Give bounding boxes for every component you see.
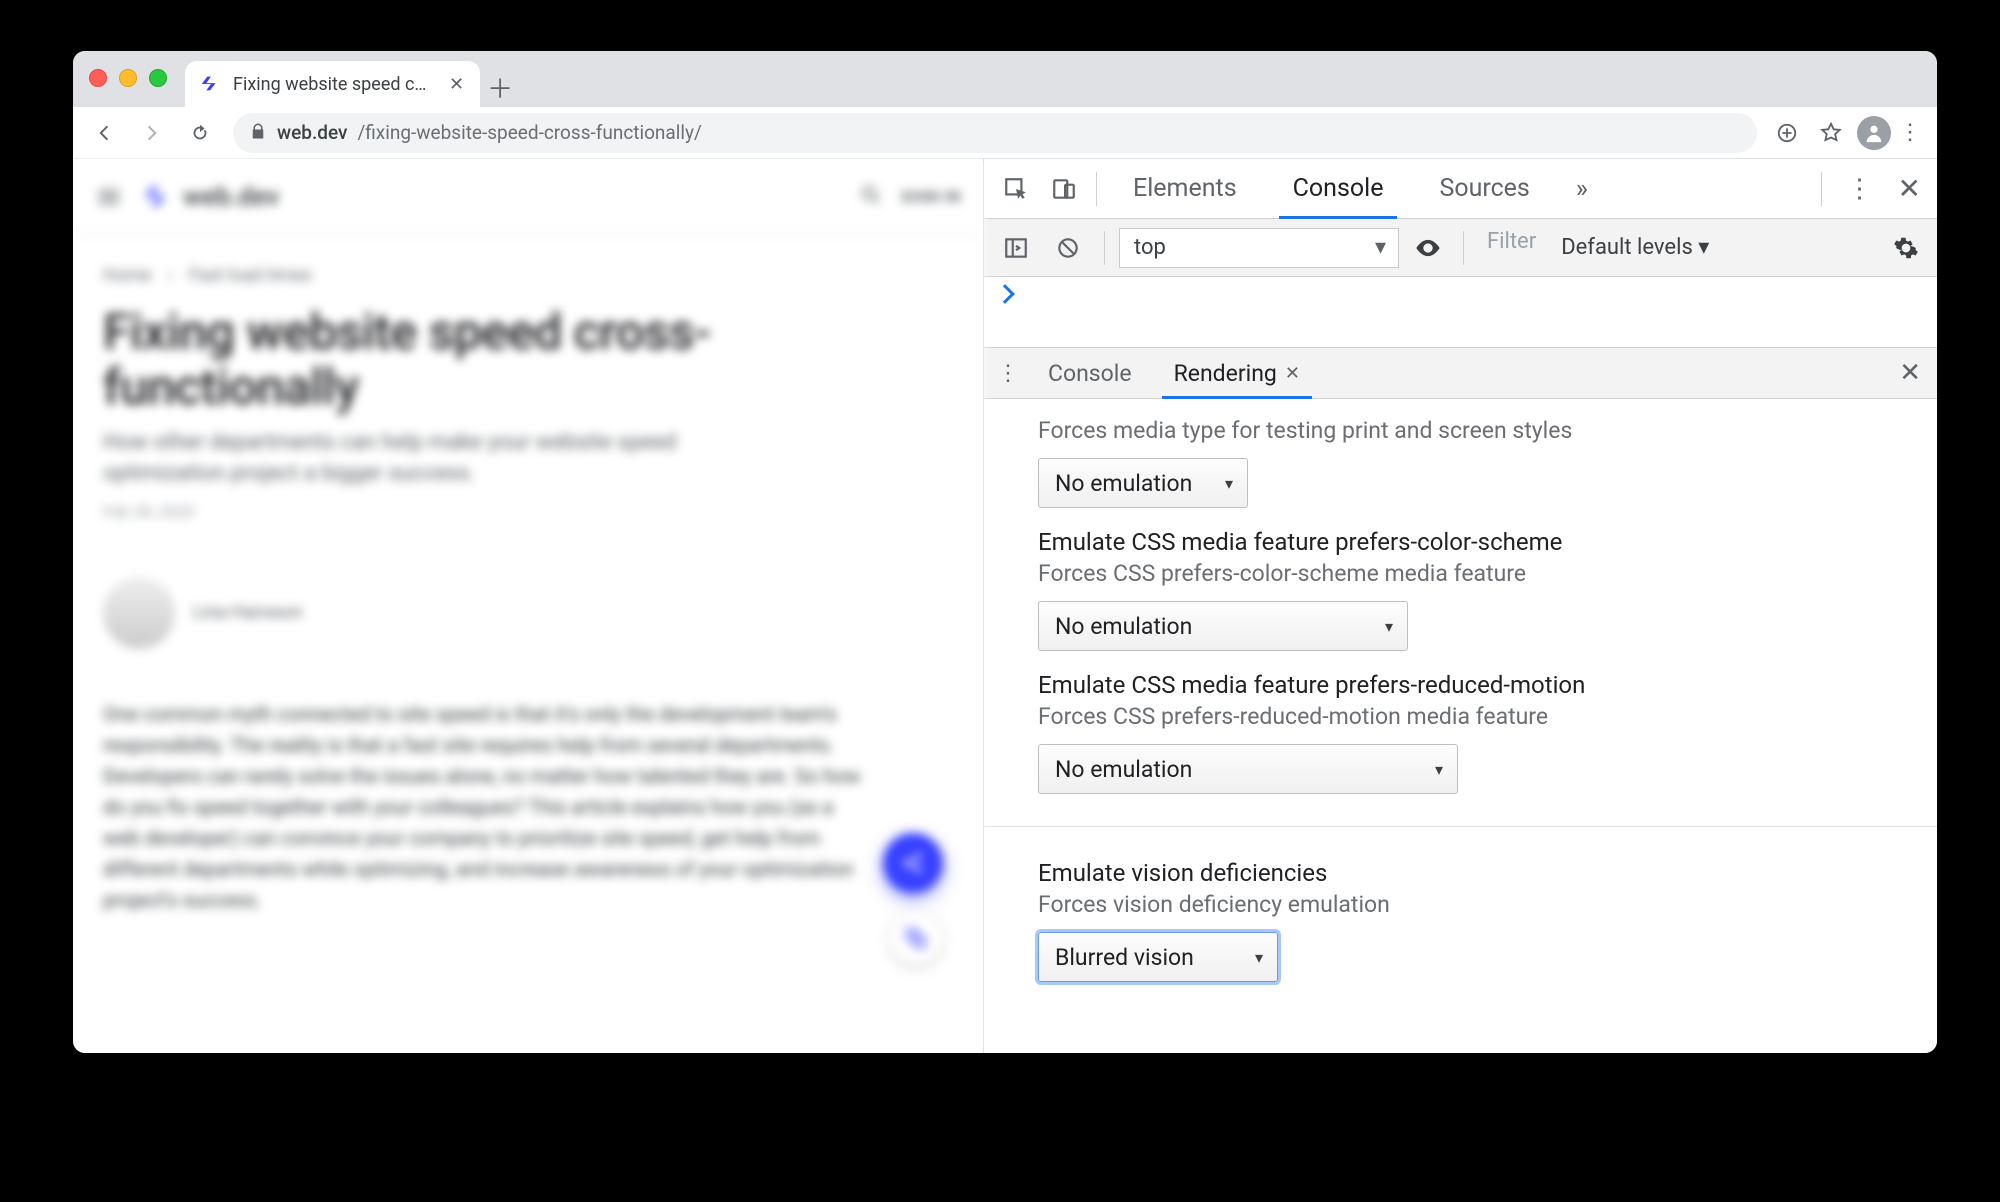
forward-button[interactable] [131,112,173,154]
devtools-menu-icon[interactable]: ⋮ [1838,174,1882,204]
vision-value: Blurred vision [1055,944,1194,971]
close-drawer-tab-icon[interactable]: ✕ [1285,363,1300,384]
tab-sources[interactable]: Sources [1413,160,1555,218]
close-window-icon[interactable] [89,69,107,87]
devtools-panel: Elements Console Sources » ⋮ ✕ top [983,159,1937,1053]
color-scheme-select[interactable]: No emulation [1038,601,1408,651]
signin-link[interactable]: SIGN IN [901,187,961,206]
color-scheme-desc: Forces CSS prefers-color-scheme media fe… [1038,560,1883,587]
console-prompt-icon [995,284,1015,304]
address-bar[interactable]: web.dev/fixing-website-speed-cross-funct… [233,113,1757,153]
author-block: Lina Hansson [73,527,983,659]
drawer-tabs: ⋮ Console Rendering ✕ ✕ [984,347,1937,399]
hamburger-icon[interactable] [95,183,123,211]
inspect-element-icon[interactable] [994,167,1038,211]
breadcrumb-home[interactable]: Home [103,265,151,286]
media-type-desc: Forces media type for testing print and … [1038,417,1883,444]
log-levels-select[interactable]: Default levels ▾ [1553,235,1717,260]
reduced-motion-desc: Forces CSS prefers-reduced-motion media … [1038,703,1883,730]
author-name: Lina Hansson [193,602,303,623]
chrome-window: Fixing website speed cross-functionally … [73,51,1937,1053]
device-toolbar-icon[interactable] [1042,167,1086,211]
window-controls [89,69,167,87]
page-content: web.dev SIGN IN Home › Fast load times F… [73,159,983,1053]
tab-title: Fixing website speed cross-functionally [233,74,429,95]
reduced-motion-value: No emulation [1055,756,1192,783]
more-tabs-icon[interactable]: » [1560,174,1604,204]
browser-tab[interactable]: Fixing website speed cross-functionally … [185,61,480,107]
page-title: Fixing website speed cross-functionally [73,286,983,422]
close-tab-icon[interactable]: ✕ [449,74,464,95]
rendering-panel[interactable]: Forces media type for testing print and … [984,399,1937,1053]
favicon-icon [199,73,221,95]
install-pwa-icon[interactable] [1769,115,1805,151]
chevron-right-icon: › [167,265,172,286]
vision-select[interactable]: Blurred vision [1038,932,1278,982]
drawer-tab-rendering[interactable]: Rendering ✕ [1156,348,1318,398]
brand-name: web.dev [183,182,279,212]
profile-avatar-icon[interactable] [1857,116,1891,150]
breadcrumb: Home › Fast load times [73,235,983,286]
tabstrip: Fixing website speed cross-functionally … [73,51,1937,107]
site-brand[interactable]: web.dev [141,181,279,213]
breadcrumb-section[interactable]: Fast load times [189,265,312,286]
site-header: web.dev SIGN IN [73,159,983,235]
page-subtitle: How other departments can help make your… [73,422,813,496]
console-toolbar: top Filter Default levels ▾ [984,219,1937,277]
minimize-window-icon[interactable] [119,69,137,87]
tab-console[interactable]: Console [1267,160,1410,218]
lock-icon [249,122,267,144]
drawer-tab-console[interactable]: Console [1030,348,1150,398]
page-date: Feb 28, 2020 [73,496,983,527]
url-host: web.dev [277,121,347,144]
console-output[interactable] [984,277,1937,347]
context-select[interactable]: top [1119,228,1399,268]
reload-button[interactable] [179,112,221,154]
color-scheme-value: No emulation [1055,613,1192,640]
article-paragraph: One common myth connected to site speed … [73,659,893,956]
brand-mark-icon [141,181,173,213]
new-tab-button[interactable]: ＋ [480,67,520,107]
share-fab[interactable] [883,833,943,893]
clear-console-icon[interactable] [1046,226,1090,270]
devtools-close-icon[interactable]: ✕ [1892,172,1927,205]
author-avatar-icon [103,577,175,649]
search-icon[interactable] [859,183,883,211]
navbar: web.dev/fixing-website-speed-cross-funct… [73,107,1937,159]
devtools-tabs: Elements Console Sources » ⋮ ✕ [984,159,1937,219]
media-type-select[interactable]: No emulation [1038,458,1248,508]
tab-elements[interactable]: Elements [1107,160,1263,218]
console-settings-icon[interactable] [1885,227,1927,269]
console-sidebar-toggle-icon[interactable] [994,226,1038,270]
vision-title: Emulate vision deficiencies [1038,859,1883,887]
vision-desc: Forces vision deficiency emulation [1038,891,1883,918]
reduced-motion-title: Emulate CSS media feature prefers-reduce… [1038,671,1883,699]
console-filter-input[interactable]: Filter [1478,228,1545,268]
live-expression-icon[interactable] [1407,227,1449,269]
color-scheme-title: Emulate CSS media feature prefers-color-… [1038,528,1883,556]
drawer-tab-rendering-label: Rendering [1174,360,1277,387]
maximize-window-icon[interactable] [149,69,167,87]
drawer-menu-icon[interactable]: ⋮ [992,361,1024,386]
media-type-value: No emulation [1055,470,1192,497]
browser-menu-icon[interactable]: ⋮ [1899,120,1921,145]
translate-fab[interactable] [889,911,943,965]
reduced-motion-select[interactable]: No emulation [1038,744,1458,794]
bookmark-icon[interactable] [1813,115,1849,151]
back-button[interactable] [83,112,125,154]
url-path: /fixing-website-speed-cross-functionally… [357,121,701,144]
context-value: top [1134,235,1166,260]
drawer-close-icon[interactable]: ✕ [1899,358,1929,388]
